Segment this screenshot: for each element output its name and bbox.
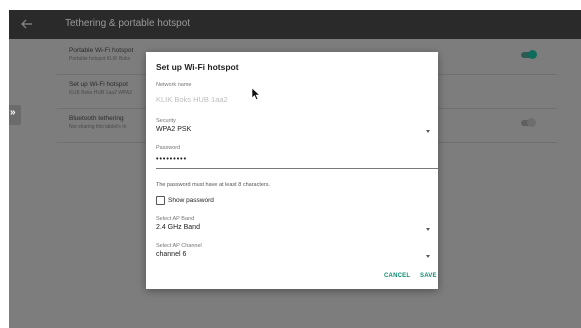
cancel-button[interactable]: CANCEL [384, 273, 410, 279]
toggle-knob [527, 118, 536, 127]
ap-band-select[interactable]: 2.4 GHz Band [156, 224, 200, 231]
hotspot-toggle[interactable] [521, 50, 537, 59]
setting-title: Set up Wi-Fi hotspot [69, 81, 128, 88]
setting-title: Bluetooth tethering [69, 115, 124, 122]
password-helper-text: The password must have at least 8 charac… [156, 182, 271, 188]
ap-channel-label: Select AP Channel [156, 243, 202, 249]
bluetooth-toggle[interactable] [521, 118, 536, 127]
hotspot-setup-dialog: Set up Wi-Fi hotspot Network name KLIK B… [146, 52, 438, 289]
setting-summary: Portable hotspot KLIK Boks [69, 56, 131, 62]
side-menu-handle[interactable]: » [9, 105, 21, 125]
toggle-knob [528, 50, 537, 59]
dropdown-arrow-icon[interactable] [426, 130, 430, 133]
mouse-cursor-icon [251, 87, 261, 100]
ap-channel-select[interactable]: channel 6 [156, 251, 186, 258]
security-select[interactable]: WPA2 PSK [156, 126, 191, 133]
save-button[interactable]: SAVE [420, 273, 437, 279]
security-label: Security [156, 118, 176, 124]
dropdown-arrow-icon[interactable] [426, 228, 430, 231]
show-password-label[interactable]: Show password [168, 197, 214, 204]
action-bar: Tethering & portable hotspot [9, 10, 581, 39]
dialog-title: Set up Wi-Fi hotspot [156, 62, 239, 72]
page-title: Tethering & portable hotspot [65, 18, 191, 29]
show-password-checkbox[interactable] [156, 196, 165, 205]
double-chevron-right-icon: » [10, 107, 16, 118]
password-label: Password [156, 145, 181, 151]
ap-band-label: Select AP Band [156, 216, 195, 222]
network-name-label: Network name [156, 82, 192, 88]
setting-summary: KLIK Boks HUB 1aa2 WPA2 [69, 90, 132, 96]
setting-title: Portable Wi-Fi hotspot [69, 47, 134, 54]
network-name-input[interactable]: KLIK Boks HUB 1aa2 [156, 95, 228, 104]
back-arrow-icon[interactable] [19, 16, 35, 32]
password-input[interactable]: ••••••••• [156, 156, 187, 163]
dropdown-arrow-icon[interactable] [426, 255, 430, 258]
setting-summary: Not sharing this tablet's In [69, 124, 127, 130]
password-underline [156, 168, 438, 169]
